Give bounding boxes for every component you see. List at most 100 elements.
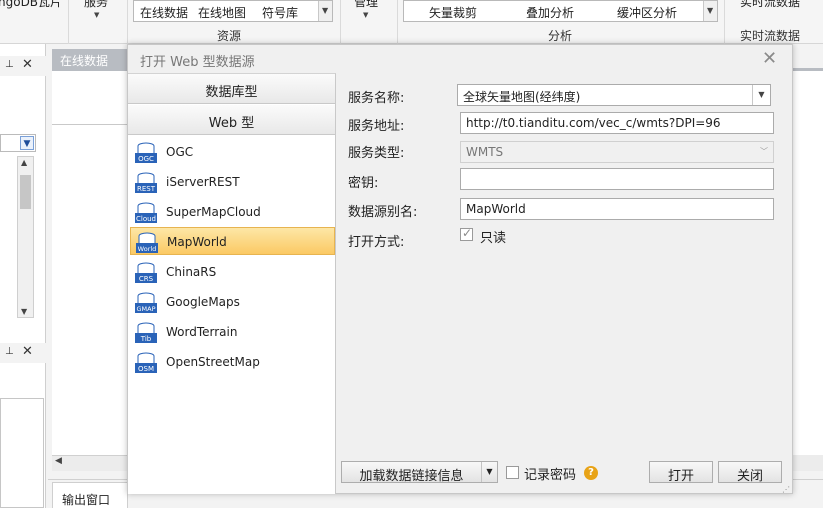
- database-icon: OGC: [135, 142, 157, 163]
- service-type-select: WMTS ﹀: [460, 141, 774, 163]
- source-item-wordterrain[interactable]: Tib WordTerrain: [130, 318, 335, 346]
- category-label: Web 型: [208, 116, 255, 131]
- panel-title-bar: ⊥ ✕: [0, 56, 46, 76]
- gallery-item-vector-clip[interactable]: 矢量裁剪: [429, 4, 477, 21]
- service-name-value: 全球矢量地图(经纬度): [463, 90, 581, 104]
- source-item-supermapcloud[interactable]: Cloud SuperMapCloud: [130, 198, 335, 226]
- vertical-scrollbar[interactable]: ▲ ▼: [17, 156, 34, 318]
- service-menu-label[interactable]: 服务: [84, 0, 108, 10]
- chevron-down-icon: ﹀: [760, 147, 768, 156]
- help-icon[interactable]: ?: [584, 466, 598, 480]
- gallery-item-online-map[interactable]: 在线地图: [198, 4, 246, 21]
- chevron-down-icon: ▼: [322, 6, 329, 15]
- manage-menu-label[interactable]: 管理: [354, 0, 378, 10]
- ribbon-separator: [340, 0, 341, 44]
- source-item-chinars[interactable]: CRS ChinaRS: [130, 258, 335, 286]
- icon-caption: OSM: [138, 365, 154, 373]
- source-label: iServerREST: [166, 175, 240, 189]
- scroll-left-icon[interactable]: ◀: [55, 456, 62, 466]
- layer-combo[interactable]: ▼: [0, 134, 36, 152]
- chevron-down-icon[interactable]: ▼: [481, 462, 497, 482]
- scroll-down-icon[interactable]: ▼: [21, 307, 27, 316]
- resize-grip-icon[interactable]: ⋰: [782, 485, 790, 494]
- icon-caption: Tib: [140, 335, 152, 343]
- readonly-checkbox[interactable]: [460, 226, 473, 241]
- source-item-googlemaps[interactable]: GMAP GoogleMaps: [130, 288, 335, 316]
- open-mode-label: 打开方式:: [348, 235, 405, 250]
- gallery-expand-button[interactable]: ▼: [318, 1, 332, 21]
- database-icon: GMAP: [135, 292, 157, 313]
- close-icon[interactable]: ✕: [22, 344, 33, 359]
- scroll-up-icon[interactable]: ▲: [21, 158, 27, 167]
- service-url-field[interactable]: http://t0.tianditu.com/vec_c/wmts?DPI=96: [460, 112, 774, 134]
- gallery-item-symbol-library[interactable]: 符号库: [262, 4, 298, 21]
- analysis-gallery[interactable]: 矢量裁剪 叠加分析 缓冲区分析 ▼: [403, 0, 718, 22]
- gallery-expand-button[interactable]: ▼: [703, 1, 717, 21]
- divider: [52, 124, 128, 125]
- gallery-item-overlay-analysis[interactable]: 叠加分析: [526, 4, 574, 21]
- resource-group-label: 资源: [217, 29, 242, 43]
- horizontal-scrollbar-end[interactable]: [792, 455, 823, 471]
- icon-caption: REST: [137, 185, 156, 193]
- workspace-panel: ⊥ ✕ ▼ ▲ ▼ ⊥ ✕: [0, 44, 46, 508]
- ribbon: ngoDB瓦片 服务 ▼ 在线数据 在线地图 符号库 ▼ 资源 管理 ▼ 矢量裁…: [0, 0, 823, 44]
- close-button[interactable]: 关闭: [718, 461, 782, 484]
- resource-gallery[interactable]: 在线数据 在线地图 符号库 ▼: [133, 0, 333, 22]
- open-web-datasource-dialog: 打开 Web 型数据源 ✕ 数据库型 Web 型 OGC OGC REST iS…: [127, 44, 793, 494]
- chevron-down-icon[interactable]: ▼: [20, 136, 34, 150]
- tab-online-data[interactable]: 在线数据: [52, 49, 128, 69]
- mongodb-tiles-label[interactable]: ngoDB瓦片: [0, 0, 62, 10]
- alias-field[interactable]: MapWorld: [460, 198, 774, 220]
- database-icon: World: [136, 232, 158, 253]
- database-icon: Cloud: [135, 202, 157, 223]
- realtime-data-group-label: 实时流数据: [740, 29, 801, 43]
- panel-title-bar: ⊥ ✕: [0, 343, 46, 363]
- category-database[interactable]: 数据库型: [128, 74, 335, 104]
- close-icon[interactable]: ✕: [22, 57, 33, 72]
- source-item-ogc[interactable]: OGC OGC: [130, 138, 335, 166]
- database-icon: REST: [135, 172, 157, 193]
- button-label: 关闭: [736, 469, 763, 484]
- gallery-item-online-data[interactable]: 在线数据: [140, 4, 188, 21]
- pin-icon[interactable]: ⊥: [5, 346, 14, 357]
- alias-value: MapWorld: [466, 202, 526, 216]
- key-label: 密钥:: [348, 176, 379, 191]
- category-label: 数据库型: [205, 85, 258, 100]
- service-name-label: 服务名称:: [348, 91, 405, 106]
- icon-caption: GMAP: [136, 305, 155, 313]
- icon-caption: CRS: [139, 275, 154, 283]
- source-item-openstreetmap[interactable]: OSM OpenStreetMap: [130, 348, 335, 376]
- open-button[interactable]: 打开: [649, 461, 713, 484]
- chevron-down-icon[interactable]: ▼: [752, 85, 770, 105]
- source-item-mapworld[interactable]: World MapWorld: [130, 227, 335, 255]
- scroll-thumb[interactable]: [20, 175, 31, 209]
- service-url-value: http://t0.tianditu.com/vec_c/wmts?DPI=96: [466, 116, 721, 130]
- horizontal-scrollbar[interactable]: ◀: [52, 455, 128, 471]
- load-link-info-button[interactable]: 加载数据链接信息 ▼: [341, 461, 498, 484]
- source-label: OpenStreetMap: [166, 355, 260, 369]
- source-item-iserverrest[interactable]: REST iServerREST: [130, 168, 335, 196]
- close-icon[interactable]: ✕: [762, 48, 777, 69]
- category-web[interactable]: Web 型: [128, 105, 335, 135]
- readonly-label: 只读: [480, 231, 507, 246]
- database-icon: CRS: [135, 262, 157, 283]
- chevron-down-icon: ▼: [707, 6, 714, 15]
- realtime-data-button-top[interactable]: 实时流数据: [740, 0, 800, 10]
- icon-caption: World: [138, 245, 157, 253]
- key-field[interactable]: [460, 168, 774, 190]
- gallery-item-buffer-analysis[interactable]: 缓冲区分析: [617, 4, 677, 21]
- icon-caption: OGC: [138, 155, 154, 163]
- manage-dropdown-icon[interactable]: ▼: [363, 11, 368, 19]
- button-label: 打开: [667, 469, 694, 484]
- pin-icon[interactable]: ⊥: [5, 59, 14, 70]
- database-icon: OSM: [135, 352, 157, 373]
- service-dropdown-icon[interactable]: ▼: [94, 11, 99, 19]
- icon-caption: Cloud: [136, 215, 156, 223]
- tab-output-window[interactable]: 输出窗口: [52, 482, 128, 508]
- service-name-select[interactable]: 全球矢量地图(经纬度) ▼: [457, 84, 771, 106]
- remember-password-checkbox[interactable]: [506, 466, 519, 479]
- service-url-label: 服务地址:: [348, 119, 405, 134]
- layer-list-panel: [0, 398, 44, 508]
- ribbon-separator: [397, 0, 398, 44]
- database-icon: Tib: [135, 322, 157, 343]
